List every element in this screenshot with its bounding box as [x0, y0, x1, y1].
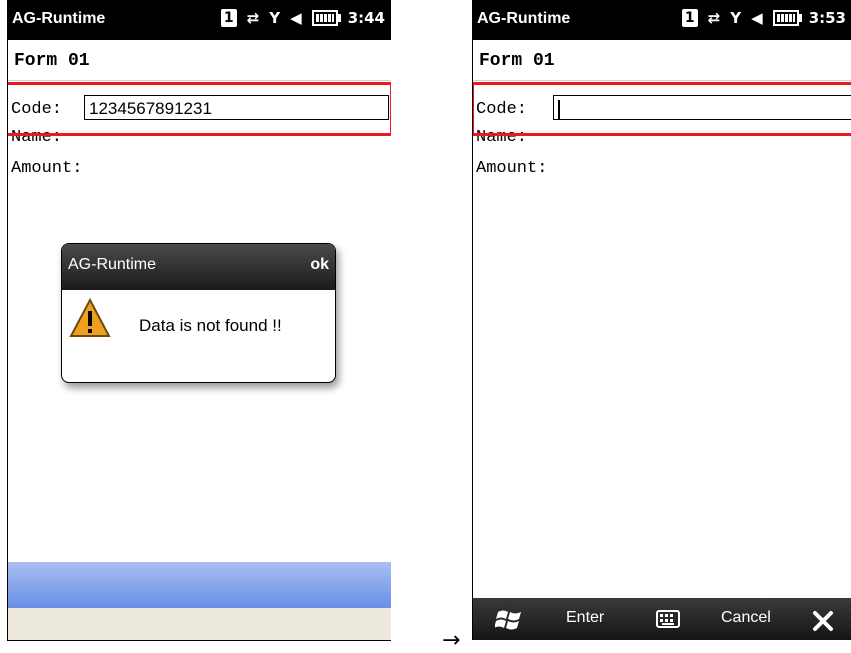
- soft-key-bar: Enter Cancel: [473, 598, 851, 640]
- dialog-ok-button[interactable]: ok: [310, 256, 329, 274]
- status-bar: AG-Runtime 1 ⇄ Y ◀ 3:53: [473, 0, 851, 40]
- left-screen: AG-Runtime 1 ⇄ Y ◀ 3:44 Form 01 Code: 12…: [7, 0, 391, 641]
- speaker-icon: ◀: [290, 9, 302, 27]
- highlight-box: [8, 82, 391, 136]
- cancel-softkey[interactable]: Cancel: [721, 609, 771, 627]
- status-time: 3:44: [347, 9, 385, 27]
- dialog-header: AG-Runtime ok: [62, 244, 335, 290]
- highlight-box: [473, 82, 851, 136]
- form-title: Form 01: [479, 51, 555, 71]
- signal-icon: Y: [269, 9, 281, 27]
- speaker-icon: ◀: [751, 9, 763, 27]
- status-bar: AG-Runtime 1 ⇄ Y ◀ 3:44: [8, 0, 391, 40]
- dialog-body: Data is not found !!: [62, 290, 335, 382]
- data-transfer-icon: ⇄: [707, 9, 721, 27]
- status-time: 3:53: [808, 9, 846, 27]
- status-app-name: AG-Runtime: [477, 10, 571, 27]
- signal-icon: Y: [730, 9, 742, 27]
- sim-icon: 1: [681, 9, 698, 27]
- windows-start-icon[interactable]: [495, 607, 523, 633]
- taskbar-band: [8, 562, 391, 608]
- sim-icon: 1: [220, 9, 237, 27]
- form-title-bar: Form 01: [473, 40, 851, 81]
- warning-icon: [69, 298, 111, 337]
- form-title: Form 01: [14, 51, 90, 71]
- keyboard-icon[interactable]: [656, 610, 680, 628]
- data-transfer-icon: ⇄: [246, 9, 260, 27]
- close-icon[interactable]: [812, 610, 834, 632]
- status-icons: 1 ⇄ Y ◀ 3:53: [681, 9, 846, 27]
- bottom-band: [8, 608, 391, 640]
- dialog-title: AG-Runtime: [68, 256, 157, 273]
- dialog-message: Data is not found !!: [139, 316, 282, 335]
- amount-label: Amount:: [476, 159, 548, 178]
- transition-arrow: →: [442, 628, 461, 653]
- message-dialog: AG-Runtime ok Data is not found !!: [61, 243, 336, 383]
- battery-icon: [772, 10, 802, 26]
- right-screen: AG-Runtime 1 ⇄ Y ◀ 3:53 Form 01 Code: Na…: [472, 0, 851, 640]
- enter-softkey[interactable]: Enter: [566, 609, 604, 627]
- form-title-bar: Form 01: [8, 40, 391, 81]
- status-icons: 1 ⇄ Y ◀ 3:44: [220, 9, 385, 27]
- status-app-name: AG-Runtime: [12, 10, 106, 27]
- battery-icon: [311, 10, 341, 26]
- amount-label: Amount:: [11, 159, 83, 178]
